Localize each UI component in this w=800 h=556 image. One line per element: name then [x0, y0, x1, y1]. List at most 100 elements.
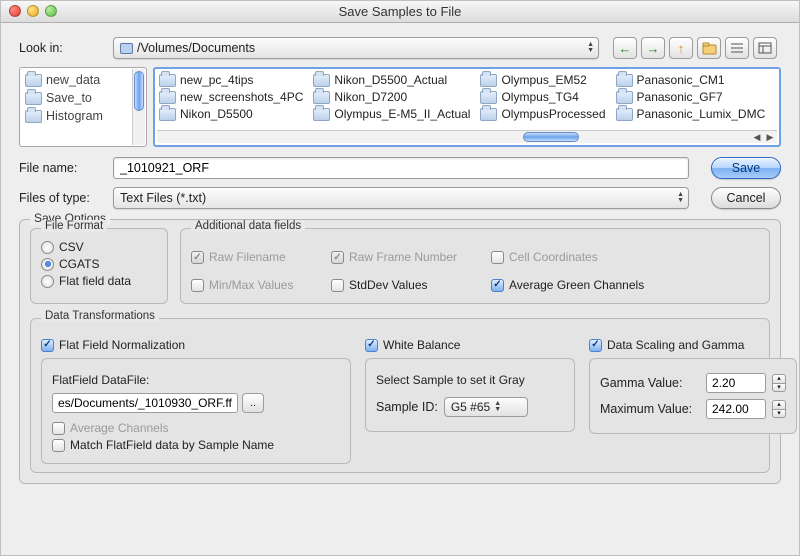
file-format-group: File Format CSV CGATS Flat field data: [30, 228, 168, 304]
lookin-select[interactable]: /Volumes/Documents ▲▼: [113, 37, 599, 59]
file-item[interactable]: OlympusProcessed: [480, 107, 605, 121]
browse-button[interactable]: ..: [242, 393, 264, 413]
dialog-window: Save Samples to File Look in: /Volumes/D…: [0, 0, 800, 556]
scroll-right-icon[interactable]: ▶: [764, 131, 776, 143]
scroll-left-icon[interactable]: ◀: [751, 131, 763, 143]
chevron-updown-icon: ▲▼: [677, 192, 684, 204]
filename-label: File name:: [19, 161, 105, 175]
folder-icon: [25, 110, 42, 123]
scroll-thumb[interactable]: [134, 71, 144, 111]
sample-id-label: Sample ID:: [376, 400, 438, 414]
arrow-right-icon: →: [647, 41, 660, 56]
shortcut-scrollbar[interactable]: [132, 69, 145, 145]
lookin-label: Look in:: [19, 41, 105, 55]
check-raw-filename: Raw Filename: [191, 250, 331, 264]
detail-view-button[interactable]: [753, 37, 777, 59]
wb-hint: Select Sample to set it Gray: [376, 373, 564, 387]
shortcut-item[interactable]: Save_to: [22, 89, 144, 107]
volume-icon: [120, 43, 133, 54]
gamma-input[interactable]: [706, 373, 766, 393]
check-average-green-channels[interactable]: Average Green Channels: [491, 278, 759, 292]
max-value-stepper[interactable]: ▴▾: [772, 400, 786, 418]
file-item[interactable]: new_pc_4tips: [159, 73, 303, 87]
list-view-button[interactable]: [725, 37, 749, 59]
folder-icon: [616, 91, 633, 104]
folder-icon: [313, 108, 330, 121]
check-raw-frame-number: Raw Frame Number: [331, 250, 491, 264]
file-item[interactable]: Nikon_D7200: [313, 90, 470, 104]
window-title: Save Samples to File: [1, 1, 799, 23]
shortcut-item[interactable]: Histogram: [22, 107, 144, 125]
chevron-updown-icon: ▲▼: [587, 42, 594, 54]
radio-cgats[interactable]: CGATS: [41, 257, 157, 271]
sample-id-select[interactable]: G5 #65 ▲▼: [444, 397, 528, 417]
detail-icon: [758, 42, 772, 54]
max-value-label: Maximum Value:: [600, 402, 700, 416]
file-item[interactable]: Panasonic_GF7: [616, 90, 766, 104]
filename-input[interactable]: [113, 157, 689, 179]
file-item[interactable]: Nikon_D5500_Actual: [313, 73, 470, 87]
step-down-icon: ▾: [772, 383, 786, 392]
max-value-input[interactable]: [706, 399, 766, 419]
up-button[interactable]: ↑: [669, 37, 693, 59]
shortcut-item[interactable]: new_data: [22, 71, 144, 89]
file-item[interactable]: Olympus_EM52: [480, 73, 605, 87]
close-icon[interactable]: [9, 5, 21, 17]
check-match-flatfield-by-sample[interactable]: Match FlatField data by Sample Name: [52, 438, 340, 452]
file-item[interactable]: Panasonic_CM1: [616, 73, 766, 87]
wb-subgroup: Select Sample to set it Gray Sample ID: …: [365, 358, 575, 432]
chevron-updown-icon: ▲▼: [494, 401, 501, 413]
lookin-value: /Volumes/Documents: [137, 41, 583, 55]
ffd-file-label: FlatField DataFile:: [52, 373, 340, 387]
ffd-file-input[interactable]: [52, 393, 238, 413]
check-data-scaling-gamma[interactable]: Data Scaling and Gamma: [589, 338, 797, 352]
gamma-label: Gamma Value:: [600, 376, 700, 390]
file-hscrollbar[interactable]: ◀ ▶: [157, 130, 777, 143]
gamma-stepper[interactable]: ▴▾: [772, 374, 786, 392]
radio-csv[interactable]: CSV: [41, 240, 157, 254]
radio-flat-field-data[interactable]: Flat field data: [41, 274, 157, 288]
folder-icon: [159, 108, 176, 121]
zoom-icon[interactable]: [45, 5, 57, 17]
save-options-group: Save Options File Format CSV CGATS Flat …: [19, 219, 781, 484]
check-white-balance[interactable]: White Balance: [365, 338, 575, 352]
ffn-subgroup: FlatField DataFile: .. Average Channels …: [41, 358, 351, 464]
folder-icon: [159, 91, 176, 104]
filetype-select[interactable]: Text Files (*.txt) ▲▼: [113, 187, 689, 209]
file-item[interactable]: Olympus_TG4: [480, 90, 605, 104]
folder-icon: [313, 74, 330, 87]
list-icon: [730, 42, 744, 54]
new-folder-icon: [702, 42, 717, 55]
step-down-icon: ▾: [772, 409, 786, 418]
folder-icon: [159, 74, 176, 87]
folder-icon: [25, 92, 42, 105]
minimize-icon[interactable]: [27, 5, 39, 17]
window-controls: [9, 5, 57, 17]
file-item[interactable]: Panasonic_Lumix_DMC: [616, 107, 766, 121]
file-format-title: File Format: [41, 220, 107, 232]
save-button[interactable]: Save: [711, 157, 781, 179]
dsg-subgroup: Gamma Value: ▴▾ Maximum Value: ▴▾: [589, 358, 797, 434]
check-flat-field-normalization[interactable]: Flat Field Normalization: [41, 338, 351, 352]
file-list-pane[interactable]: new_pc_4tips new_screenshots_4PC Nikon_D…: [153, 67, 781, 147]
arrow-up-icon: ↑: [678, 41, 685, 56]
scroll-thumb[interactable]: [523, 132, 579, 142]
file-item[interactable]: new_screenshots_4PC: [159, 90, 303, 104]
forward-button[interactable]: →: [641, 37, 665, 59]
check-cell-coordinates: Cell Coordinates: [491, 250, 759, 264]
data-transformations-group: Data Transformations Flat Field Normaliz…: [30, 318, 770, 473]
step-up-icon: ▴: [772, 374, 786, 383]
folder-icon: [480, 91, 497, 104]
step-up-icon: ▴: [772, 400, 786, 409]
cancel-button[interactable]: Cancel: [711, 187, 781, 209]
file-item[interactable]: Nikon_D5500: [159, 107, 303, 121]
new-folder-button[interactable]: [697, 37, 721, 59]
back-button[interactable]: ←: [613, 37, 637, 59]
folder-icon: [25, 74, 42, 87]
folder-icon: [616, 74, 633, 87]
filetype-label: Files of type:: [19, 191, 105, 205]
dt-title: Data Transformations: [41, 310, 159, 322]
check-stddev-values[interactable]: StdDev Values: [331, 278, 491, 292]
shortcut-pane[interactable]: new_data Save_to Histogram: [19, 67, 147, 147]
file-item[interactable]: Olympus_E-M5_II_Actual: [313, 107, 470, 121]
